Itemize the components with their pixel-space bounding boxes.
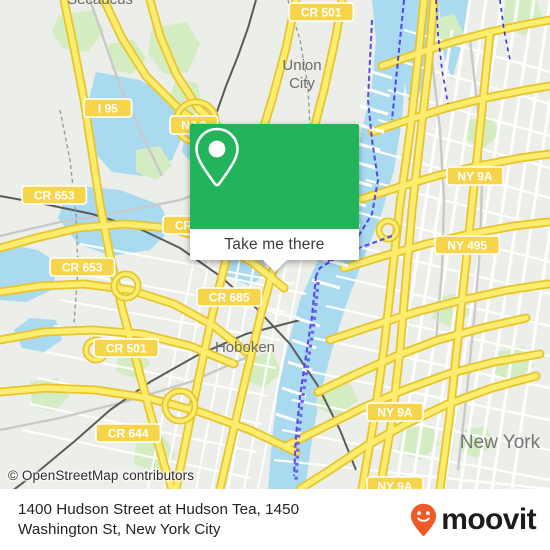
route-shield-label: I 95 <box>98 102 118 116</box>
route-shield: CR 653 <box>21 185 88 205</box>
route-shield: I 95 <box>83 98 133 118</box>
map-canvas[interactable]: SecaucusUnionCityHobokenNew York I 95NJ … <box>0 0 550 489</box>
route-shield: NY 9A <box>366 402 424 422</box>
route-shield: NY 9A <box>366 476 424 490</box>
route-shield-label: CR 685 <box>209 291 250 305</box>
popup-pointer <box>261 259 288 272</box>
route-shield-label: NY 9A <box>377 480 412 490</box>
route-shield-label: NY 495 <box>447 239 487 253</box>
moovit-wordmark: moovit <box>441 502 536 536</box>
route-shield-label: NY 9A <box>377 406 412 420</box>
moovit-logo: moovit <box>410 502 537 537</box>
map-place-label: Secaucus <box>67 0 133 8</box>
route-shield: CR 685 <box>196 287 263 307</box>
take-me-there-button[interactable]: Take me there <box>190 229 359 272</box>
route-shield: NY 495 <box>434 235 501 255</box>
route-shield: NY 9A <box>446 166 504 186</box>
route-shield-label: CR 653 <box>34 189 75 203</box>
route-shield-label: CR 653 <box>62 261 103 275</box>
route-shield-label: CR 501 <box>106 342 147 356</box>
popup-icon-area <box>190 124 359 229</box>
route-shield-label: CR 644 <box>108 427 149 441</box>
route-shield: CR 653 <box>49 257 116 277</box>
address-line-2: Washington St, New York City <box>18 520 221 538</box>
location-popup-card[interactable]: Take me there <box>190 124 359 272</box>
location-address: 1400 Hudson Street at Hudson Tea, 1450 W… <box>18 500 299 540</box>
route-shield: CR 501 <box>288 2 355 22</box>
map-place-label: Hoboken <box>215 339 275 356</box>
route-shield-label: CR 501 <box>301 6 342 20</box>
moovit-pin-icon <box>410 503 437 537</box>
map-pin-icon <box>195 127 239 187</box>
address-line-1: 1400 Hudson Street at Hudson Tea, 1450 <box>18 500 300 518</box>
route-shield: CR 501 <box>93 338 160 358</box>
route-shield: CR 644 <box>95 423 162 443</box>
osm-attribution: © OpenStreetMap contributors <box>8 468 195 483</box>
take-me-there-label: Take me there <box>224 235 325 253</box>
route-shield-label: NY 9A <box>457 170 492 184</box>
moovit-map-screen: SecaucusUnionCityHobokenNew York I 95NJ … <box>0 0 550 550</box>
map-place-label: New York <box>460 432 541 453</box>
footer-bar: 1400 Hudson Street at Hudson Tea, 1450 W… <box>0 489 550 550</box>
